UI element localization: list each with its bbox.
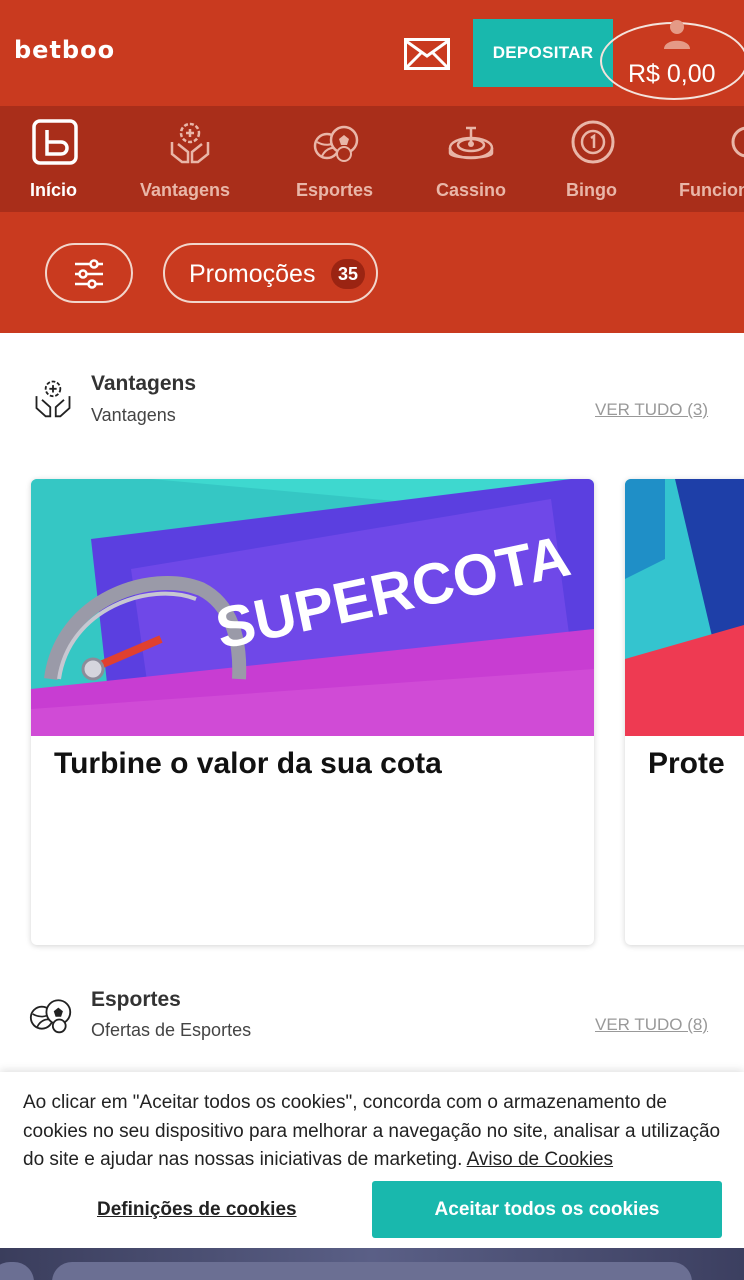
section-subtitle-esportes: Ofertas de Esportes	[91, 1020, 252, 1040]
cookie-banner: Ao clicar em "Aceitar todos os cookies",…	[0, 1072, 744, 1248]
promo-card[interactable]: Prote	[625, 479, 744, 945]
deposit-button[interactable]: DEPOSITAR	[473, 19, 613, 87]
nav-label-funcionalidades: Funcion	[679, 180, 744, 200]
page: betboo DEPOSITAR R$ 0,00 Início Vantagen…	[0, 0, 744, 1280]
promo-card[interactable]: SUPERCOTA Turbine o valor da sua cota	[31, 479, 594, 945]
cookie-notice-link[interactable]: Aviso de Cookies	[467, 1149, 613, 1170]
bottom-background	[0, 1248, 744, 1280]
filter-button[interactable]	[45, 243, 133, 303]
section-title-vantagens: Vantagens	[91, 372, 197, 395]
bottom-search-pill[interactable]	[52, 1262, 692, 1280]
nav-label-inicio: Início	[30, 180, 78, 200]
balance-amount[interactable]: R$ 0,00	[628, 60, 716, 89]
sports-balls-icon	[29, 999, 72, 1034]
nav-item-vantagens[interactable]: Vantagens	[140, 106, 236, 212]
promotions-button[interactable]: Promoções 35	[163, 243, 378, 303]
section-subtitle-vantagens: Vantagens	[91, 405, 176, 425]
mail-icon[interactable]	[404, 38, 450, 70]
accept-all-cookies-button[interactable]: Aceitar todos os cookies	[372, 1181, 722, 1238]
bottom-pill-left	[0, 1262, 34, 1280]
cookie-settings-button[interactable]: Definições de cookies	[97, 1199, 297, 1221]
nav-label-esportes: Esportes	[296, 180, 374, 200]
nav-item-esportes[interactable]: Esportes	[296, 106, 376, 212]
cookie-message-text: Ao clicar em "Aceitar todos os cookies",…	[23, 1092, 721, 1170]
nav-item-funcionalidades[interactable]: Funcion	[679, 106, 744, 212]
see-all-vantagens-link[interactable]: VER TUDO (3)	[595, 400, 708, 420]
bingo-ball-icon	[571, 120, 615, 164]
hands-gear-icon	[170, 122, 210, 164]
nav-label-vantagens: Vantagens	[140, 180, 231, 200]
nav-label-cassino: Cassino	[436, 180, 507, 200]
sports-balls-icon	[313, 125, 359, 162]
promotions-label: Promoções	[189, 260, 316, 288]
user-icon[interactable]	[662, 18, 692, 50]
nav-item-cassino[interactable]: Cassino	[436, 106, 506, 212]
nav-label-bingo: Bingo	[566, 180, 617, 200]
home-b-icon	[32, 119, 78, 165]
top-header: betboo DEPOSITAR R$ 0,00	[0, 0, 744, 106]
promo-card-title: Prote	[648, 747, 725, 780]
see-all-esportes-link[interactable]: VER TUDO (8)	[595, 1015, 708, 1035]
filter-bar: Promoções 35	[0, 212, 744, 333]
nav-item-inicio[interactable]: Início	[30, 106, 80, 212]
supercota-banner-image: SUPERCOTA	[31, 479, 594, 736]
cookie-message: Ao clicar em "Aceitar todos os cookies",…	[23, 1089, 728, 1175]
betboo-logo[interactable]: betboo	[14, 36, 115, 64]
promo-card-title: Turbine o valor da sua cota	[54, 747, 442, 780]
features-icon	[731, 126, 744, 158]
roulette-icon	[448, 126, 494, 160]
sliders-icon	[75, 259, 103, 289]
section-title-esportes: Esportes	[91, 988, 181, 1011]
hands-gear-icon	[35, 380, 71, 418]
promo-banner-image	[625, 479, 744, 736]
promotions-count-badge: 35	[331, 259, 365, 289]
main-nav: Início Vantagens Esportes Cassino Bingo …	[0, 106, 744, 212]
nav-item-bingo[interactable]: Bingo	[566, 106, 620, 212]
